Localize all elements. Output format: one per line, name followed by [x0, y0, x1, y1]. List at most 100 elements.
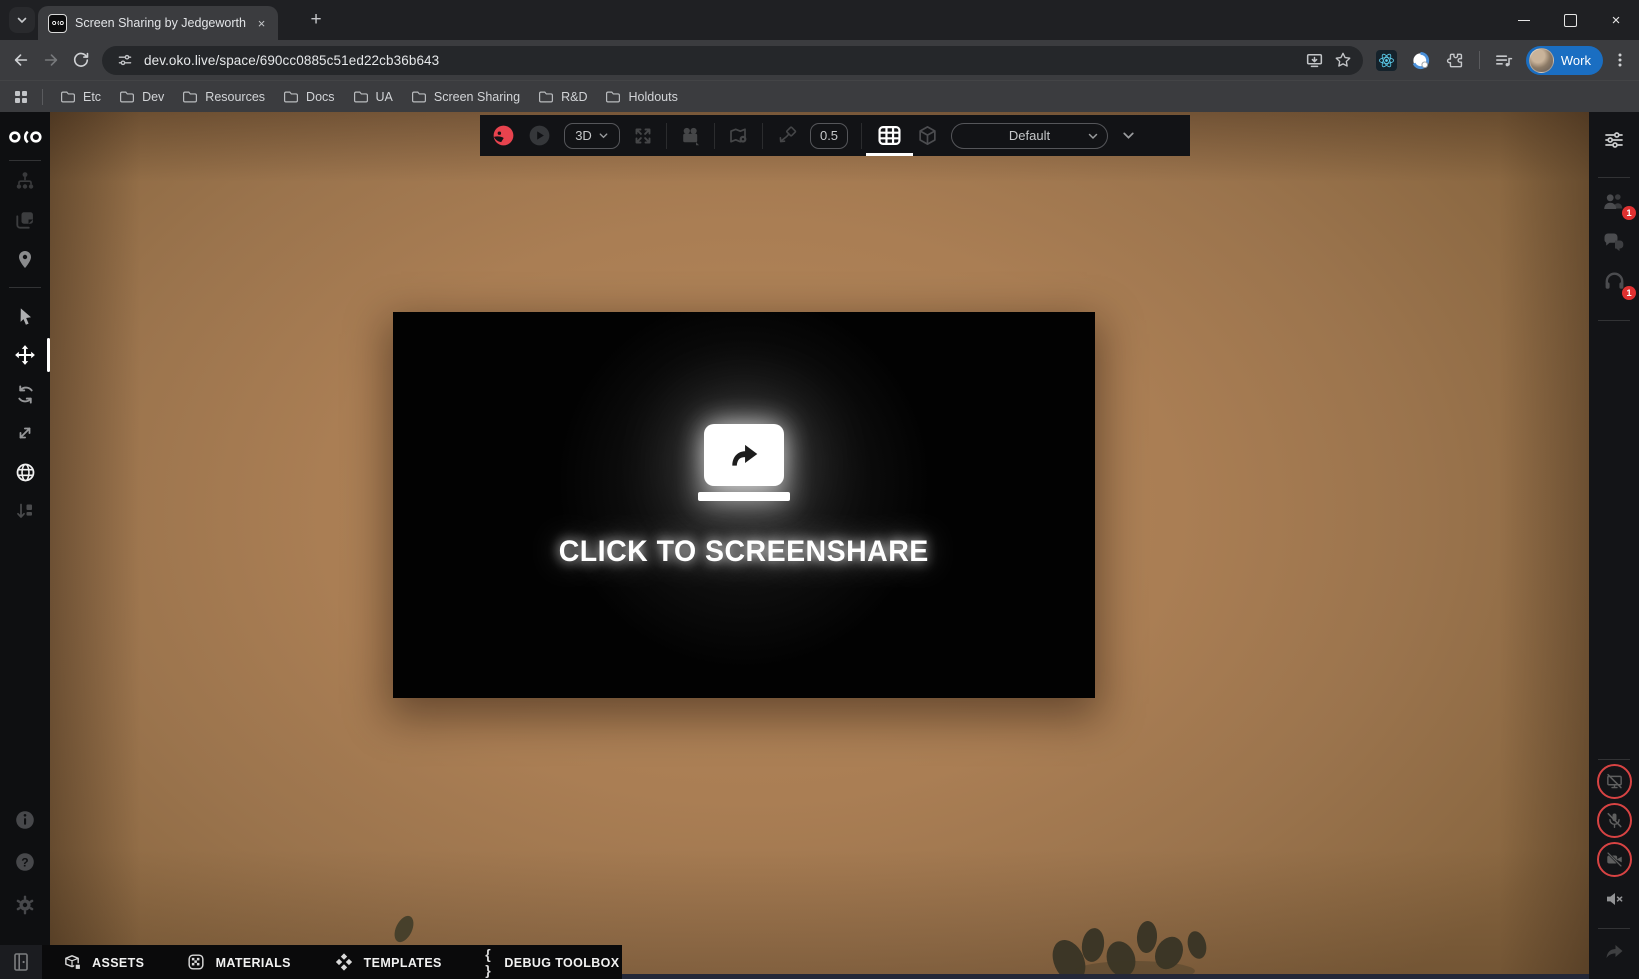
camera-off-button[interactable] — [1597, 842, 1632, 877]
avatar-emote-button[interactable] — [492, 124, 515, 147]
bookmark-folder-ua[interactable]: UA — [344, 87, 402, 107]
info-button[interactable] — [8, 805, 42, 835]
react-atom-icon — [1376, 50, 1397, 71]
reload-button[interactable] — [66, 45, 96, 75]
window-maximize-button[interactable] — [1547, 0, 1593, 40]
play-button[interactable] — [528, 124, 551, 147]
view-mode-value: 3D — [575, 128, 592, 143]
share-arrow-icon — [727, 441, 761, 469]
chat-button[interactable] — [1597, 226, 1631, 256]
media-list-icon — [1494, 51, 1513, 70]
reload-icon — [72, 51, 90, 69]
templates-panel-button[interactable]: TEMPLATES — [314, 945, 464, 979]
extensions-menu-button[interactable] — [1441, 46, 1469, 74]
bookmark-folder-dev[interactable]: Dev — [110, 87, 173, 107]
window-controls: × — [1501, 0, 1639, 40]
bookmark-folder-screen-sharing[interactable]: Screen Sharing — [402, 87, 529, 107]
bookmark-folder-holdouts[interactable]: Holdouts — [596, 87, 686, 107]
map-waypoint-button[interactable] — [728, 126, 749, 146]
help-button[interactable]: ? — [8, 847, 42, 877]
scene-hierarchy-button[interactable] — [8, 166, 42, 196]
3d-viewport[interactable]: CLICK TO SCREENSHARE 3D — [50, 112, 1589, 979]
view-mode-dropdown[interactable]: 3D — [564, 123, 620, 149]
camera-tool-button[interactable] — [680, 126, 701, 146]
tab-search-button[interactable] — [9, 7, 35, 33]
scale-tool-button[interactable] — [8, 418, 42, 448]
media-controls-button[interactable] — [1490, 46, 1518, 74]
tab-close-button[interactable]: × — [253, 15, 270, 32]
timer-extension-button[interactable] — [1407, 46, 1435, 74]
rotate-icon — [15, 384, 36, 405]
environment-preset-dropdown[interactable]: Default — [951, 123, 1108, 149]
share-space-button[interactable] — [1597, 936, 1631, 966]
sort-order-button[interactable] — [8, 496, 42, 526]
grid-view-toggle[interactable] — [875, 115, 904, 156]
site-settings-icon[interactable] — [114, 49, 136, 71]
screenshare-laptop-icon — [698, 424, 790, 501]
bookmark-folder-resources[interactable]: Resources — [173, 87, 274, 107]
browser-tab[interactable]: Screen Sharing by Jedgeworth × — [38, 6, 278, 40]
toolbar-divider — [762, 123, 763, 149]
world-space-toggle-button[interactable] — [8, 457, 42, 487]
folder-icon — [353, 90, 369, 104]
scene-settings-button[interactable] — [1597, 125, 1631, 155]
oko-logo — [8, 122, 42, 152]
bookmark-star-button[interactable] — [1329, 46, 1357, 74]
settings-button[interactable] — [8, 890, 42, 920]
folder-icon — [60, 90, 76, 104]
new-tab-button[interactable]: + — [303, 7, 329, 33]
bookmark-label: R&D — [561, 90, 587, 104]
bookmark-label: Dev — [142, 90, 164, 104]
move-tool-button[interactable] — [8, 340, 42, 370]
window-close-button[interactable]: × — [1593, 0, 1639, 40]
duplicate-layers-button[interactable] — [8, 205, 42, 235]
expand-arrows-icon — [633, 126, 653, 146]
cursor-icon — [15, 306, 35, 327]
materials-panel-button[interactable]: MATERIALS — [166, 945, 313, 979]
spawn-point-button[interactable] — [8, 244, 42, 274]
microphone-off-button[interactable] — [1597, 803, 1632, 838]
mute-speaker-button[interactable] — [1597, 884, 1631, 914]
oko-logo-icon — [9, 130, 42, 144]
bookmark-folder-etc[interactable]: Etc — [51, 87, 110, 107]
editor-toolbar: 3D 0.5 — [480, 115, 1190, 156]
debug-toolbox-panel-button[interactable]: { } DEBUG TOOLBOX — [464, 945, 642, 979]
forward-button[interactable] — [36, 45, 66, 75]
left-toolbar-rail: ? — [0, 112, 50, 979]
fit-view-button[interactable] — [633, 126, 653, 146]
bookmark-folder-rnd[interactable]: R&D — [529, 87, 596, 107]
speed-value-input[interactable]: 0.5 — [810, 123, 848, 149]
toolbar-expand-button[interactable] — [1121, 128, 1136, 143]
url-bar[interactable]: dev.oko.live/space/690cc0885c51ed22cb36b… — [102, 46, 1363, 75]
globe-icon — [15, 462, 36, 483]
templates-label: TEMPLATES — [364, 955, 442, 970]
physics-trajectory-button[interactable] — [776, 126, 797, 146]
screenshare-off-button[interactable] — [1597, 764, 1632, 799]
apps-shortcut-button[interactable] — [8, 84, 34, 110]
window-minimize-button[interactable] — [1501, 0, 1547, 40]
cube-view-toggle[interactable] — [917, 125, 938, 146]
profile-avatar — [1529, 48, 1554, 73]
screenshare-cta: CLICK TO SCREENSHARE — [559, 535, 929, 569]
participants-button[interactable]: 1 — [1597, 186, 1631, 216]
bookmark-folder-docs[interactable]: Docs — [274, 87, 343, 107]
voice-chat-button[interactable]: 1 — [1597, 266, 1631, 296]
bookmark-label: Screen Sharing — [434, 90, 520, 104]
layers-copy-icon — [14, 209, 36, 231]
browser-menu-button[interactable] — [1607, 47, 1633, 73]
exit-space-button[interactable] — [0, 945, 43, 979]
profile-chip[interactable]: Work — [1526, 46, 1603, 75]
debug-toolbox-label: DEBUG TOOLBOX — [504, 955, 619, 970]
react-devtools-extension-button[interactable] — [1373, 46, 1401, 74]
screenshare-off-icon — [1605, 772, 1624, 791]
cube-icon — [917, 125, 938, 146]
install-monitor-icon — [1305, 51, 1324, 70]
back-button[interactable] — [6, 45, 36, 75]
bookmark-label: Resources — [205, 90, 265, 104]
assets-panel-button[interactable]: ASSETS — [42, 945, 166, 979]
rotate-tool-button[interactable] — [8, 379, 42, 409]
screenshare-screen[interactable]: CLICK TO SCREENSHARE — [393, 312, 1095, 698]
url-text[interactable]: dev.oko.live/space/690cc0885c51ed22cb36b… — [144, 53, 1301, 68]
install-app-button[interactable] — [1301, 46, 1329, 74]
select-tool-button[interactable] — [8, 301, 42, 331]
